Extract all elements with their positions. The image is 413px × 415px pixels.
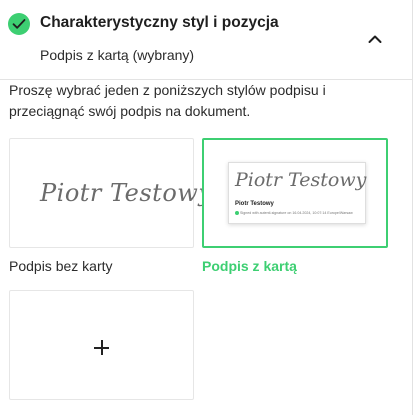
section-header[interactable]: Charakterystyczny styl i pozycja Podpis … xyxy=(0,0,412,80)
style-option-no-card[interactable]: Piotr Testowy xyxy=(9,138,212,248)
signature-card-preview: Piotr Testowy Piotr Testowy Signed with … xyxy=(228,162,366,224)
instruction-text: Proszę wybrać jeden z poniższych stylów … xyxy=(9,82,326,119)
signature-card-name: Piotr Testowy xyxy=(235,201,274,207)
signature-preview: Piotr Testowy xyxy=(40,179,213,207)
section-subtitle: Podpis z kartą (wybrany) xyxy=(40,47,195,63)
plus-icon xyxy=(94,340,109,355)
signature-card-meta: Signed with autenti-signature on 16.04.2… xyxy=(235,211,361,216)
style-label-with-card[interactable]: Podpis z kartą xyxy=(202,258,297,274)
signature-preview: Piotr Testowy xyxy=(235,169,367,191)
add-style-button[interactable] xyxy=(9,290,194,400)
signature-style-panel: Charakterystyczny styl i pozycja Podpis … xyxy=(0,0,413,415)
style-label-no-card[interactable]: Podpis bez karty xyxy=(9,258,113,274)
section-title: Charakterystyczny styl i pozycja xyxy=(40,14,279,31)
chevron-up-icon[interactable] xyxy=(367,32,383,44)
style-option-with-card[interactable]: Piotr Testowy Piotr Testowy Signed with … xyxy=(202,138,388,248)
check-circle-icon xyxy=(8,13,30,35)
verified-dot-icon xyxy=(235,211,239,216)
